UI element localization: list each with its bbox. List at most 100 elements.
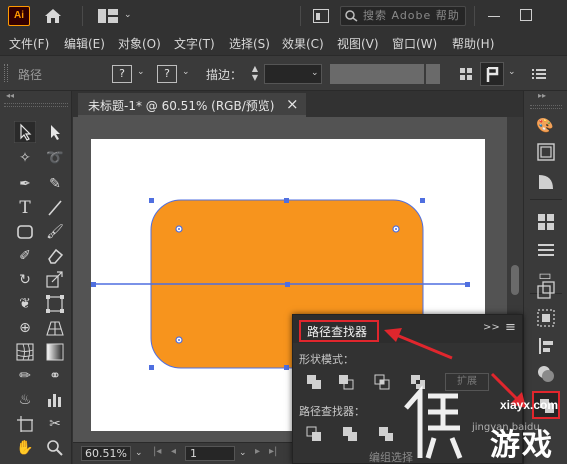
divide-button[interactable] bbox=[305, 425, 325, 443]
minus-front-button[interactable] bbox=[337, 373, 357, 391]
chevron-down-icon[interactable]: ⌄ bbox=[508, 67, 516, 77]
close-tab-icon[interactable]: × bbox=[286, 95, 299, 113]
type-tool-icon[interactable]: T bbox=[14, 197, 36, 219]
color-guide-icon[interactable] bbox=[537, 173, 555, 191]
last-artboard-icon[interactable]: ▸| bbox=[269, 446, 277, 457]
ai-logo: Ai bbox=[8, 6, 30, 26]
watermark: xiayx.com jingyan.baidu 游戏 bbox=[398, 378, 563, 464]
menu-select[interactable]: 选择(S) bbox=[229, 35, 270, 52]
menu-view[interactable]: 视图(V) bbox=[337, 35, 379, 52]
maximize-icon[interactable] bbox=[520, 9, 532, 21]
collapse-toolbar-icon[interactable]: ◂◂ bbox=[6, 91, 66, 101]
variable-width-profile[interactable] bbox=[330, 64, 424, 84]
grip-handle[interactable] bbox=[530, 105, 562, 109]
chevron-down-icon[interactable]: ⌄ bbox=[239, 448, 247, 458]
symbol-sprayer-icon[interactable]: ♨ bbox=[14, 389, 36, 411]
distribute-panel-icon[interactable] bbox=[537, 337, 555, 355]
separator bbox=[82, 6, 83, 26]
intersect-button[interactable] bbox=[373, 373, 393, 391]
help-search-input[interactable]: 搜索 Adobe 帮助 bbox=[340, 6, 466, 26]
align-panel-icon[interactable] bbox=[537, 309, 555, 327]
search-icon bbox=[345, 10, 358, 22]
fill-swatch[interactable]: ? bbox=[112, 65, 132, 83]
previous-artboard-icon[interactable]: ◂ bbox=[171, 446, 176, 457]
menu-type[interactable]: 文字(T) bbox=[174, 35, 215, 52]
menu-object[interactable]: 对象(O) bbox=[118, 35, 161, 52]
menu-file[interactable]: 文件(F) bbox=[9, 35, 49, 52]
zoom-level-field[interactable]: 60.51% bbox=[81, 446, 131, 461]
stroke-weight-input[interactable]: ⌄ bbox=[264, 64, 322, 84]
tools-panel: ◂◂ ✧ ➰ ✒ ✎ T 🖌 ✐ ↻ ❦ ⊕ ✏ ⚭ ♨ ✂ ✋ bbox=[0, 91, 72, 464]
scale-tool-icon[interactable] bbox=[44, 269, 66, 291]
swatches-icon[interactable] bbox=[537, 143, 555, 161]
selection-tool-icon[interactable] bbox=[14, 121, 36, 143]
document-tab[interactable]: 未标题-1* @ 60.51% (RGB/预览) × bbox=[78, 93, 306, 117]
chevron-down-icon[interactable]: ⌄ bbox=[137, 67, 145, 77]
line-segment-tool-icon[interactable] bbox=[44, 197, 66, 219]
chevron-down-icon[interactable]: ⌄ bbox=[182, 67, 190, 77]
unite-button[interactable] bbox=[305, 373, 325, 391]
lasso-icon[interactable]: ➰ bbox=[44, 147, 66, 169]
chevron-down-icon[interactable]: ⌄ bbox=[124, 10, 132, 20]
panel-toggle-icon[interactable] bbox=[313, 9, 329, 23]
perspective-grid-icon[interactable] bbox=[44, 317, 66, 339]
watermark-brand: 游戏 bbox=[490, 428, 554, 463]
pen-tool-icon[interactable]: ✒ bbox=[14, 173, 36, 195]
workspace-layout-icon[interactable] bbox=[98, 9, 118, 23]
symbols-icon[interactable] bbox=[537, 213, 555, 231]
gradient-tool-icon[interactable] bbox=[44, 341, 66, 363]
transform-button[interactable] bbox=[480, 62, 504, 86]
title-bar: Ai ⌄ 搜索 Adobe 帮助 bbox=[0, 0, 567, 32]
merge-button[interactable] bbox=[377, 425, 397, 443]
stroke-swatch[interactable]: ? bbox=[157, 65, 177, 83]
trim-button[interactable] bbox=[341, 425, 361, 443]
eraser-tool-icon[interactable] bbox=[44, 245, 66, 267]
chevron-down-icon: ⌄ bbox=[311, 68, 319, 78]
chevron-down-icon[interactable]: ⌄ bbox=[135, 448, 143, 458]
zoom-tool-icon[interactable] bbox=[44, 437, 66, 459]
menu-help[interactable]: 帮助(H) bbox=[452, 35, 494, 52]
paintbrush-icon[interactable]: 🖌 bbox=[44, 221, 66, 243]
artboard-number-field[interactable]: 1 bbox=[185, 446, 235, 461]
collapse-panel-icon[interactable]: >> bbox=[483, 322, 500, 333]
magic-wand-icon[interactable]: ✧ bbox=[14, 147, 36, 169]
shape-builder-icon[interactable]: ⊕ bbox=[14, 317, 36, 339]
stroke-weight-stepper[interactable]: ▲ ▼ bbox=[248, 64, 262, 84]
align-grid-icon[interactable] bbox=[460, 68, 472, 80]
panel-menu-icon[interactable]: ≡ bbox=[505, 320, 516, 335]
stroke-panel-icon[interactable] bbox=[537, 241, 555, 259]
curvature-tool-icon[interactable]: ✎ bbox=[44, 173, 66, 195]
rotate-tool-icon[interactable]: ↻ bbox=[14, 269, 36, 291]
slice-tool-icon[interactable]: ✂ bbox=[44, 413, 66, 435]
hand-tool-icon[interactable]: ✋ bbox=[14, 437, 36, 459]
warp-tool-icon[interactable]: ❦ bbox=[14, 293, 36, 315]
eyedropper-icon[interactable]: ✏ bbox=[14, 365, 36, 387]
menu-list-icon[interactable] bbox=[532, 68, 546, 80]
shaper-tool-icon[interactable]: ✐ bbox=[14, 245, 36, 267]
expand-panels-icon[interactable]: ▸▸ bbox=[538, 91, 546, 100]
menu-effect[interactable]: 效果(C) bbox=[282, 35, 324, 52]
minimize-icon[interactable] bbox=[488, 16, 500, 17]
blend-tool-icon[interactable]: ⚭ bbox=[44, 365, 66, 387]
menu-window[interactable]: 窗口(W) bbox=[392, 35, 437, 52]
profile-dropdown[interactable] bbox=[426, 64, 440, 84]
first-artboard-icon[interactable]: |◂ bbox=[153, 446, 161, 457]
color-palette-icon[interactable]: 🎨 bbox=[532, 115, 558, 137]
artboard-tool-icon[interactable] bbox=[14, 413, 36, 435]
home-icon[interactable] bbox=[44, 8, 62, 24]
free-transform-tool-icon[interactable] bbox=[44, 293, 66, 315]
direct-selection-tool-icon[interactable] bbox=[44, 121, 66, 143]
next-artboard-icon[interactable]: ▸ bbox=[255, 446, 260, 457]
pathfinders-label: 路径查找器： bbox=[299, 405, 365, 418]
grip-handle[interactable] bbox=[4, 103, 68, 107]
transform-panel-icon[interactable] bbox=[537, 281, 555, 299]
grip-handle[interactable] bbox=[4, 64, 8, 82]
selection-type-label: 路径 bbox=[18, 68, 43, 82]
mesh-tool-icon[interactable] bbox=[14, 341, 36, 363]
pathfinder-tab[interactable]: 路径查找器 bbox=[299, 320, 379, 342]
column-graph-tool-icon[interactable] bbox=[44, 389, 66, 411]
transform-icon bbox=[486, 67, 499, 82]
search-placeholder: 搜索 Adobe 帮助 bbox=[363, 9, 460, 22]
menu-edit[interactable]: 编辑(E) bbox=[64, 35, 105, 52]
rounded-rectangle-tool-icon[interactable] bbox=[14, 221, 36, 243]
